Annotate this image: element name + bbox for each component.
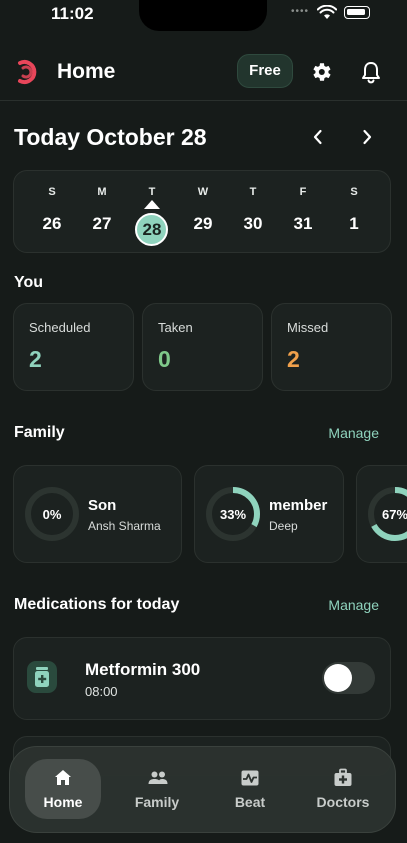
stat-card-scheduled[interactable]: Scheduled 2 bbox=[13, 303, 134, 391]
day-number: 28 bbox=[142, 220, 162, 239]
nav-label: Beat bbox=[234, 794, 266, 810]
page-title: Home bbox=[57, 60, 116, 83]
progress-percent: 0% bbox=[42, 507, 62, 522]
day-letter: M bbox=[97, 186, 107, 198]
day-item[interactable]: M 27 bbox=[82, 171, 122, 254]
pulse-icon bbox=[241, 770, 259, 786]
progress-percent: 33% bbox=[219, 507, 247, 522]
medication-toggle[interactable] bbox=[322, 662, 375, 694]
device-notch bbox=[139, 0, 267, 31]
day-item-selected[interactable]: T 28 bbox=[132, 171, 172, 254]
family-manage-link[interactable]: Manage bbox=[328, 425, 379, 441]
date-title: Today October 28 bbox=[14, 124, 207, 150]
family-member-card[interactable]: 0% Son Ansh Sharma bbox=[13, 465, 182, 563]
member-name: Son bbox=[88, 497, 117, 514]
progress-percent: 67% bbox=[381, 507, 407, 522]
day-number: 30 bbox=[243, 214, 263, 233]
member-subtitle: Ansh Sharma bbox=[88, 519, 161, 533]
chevron-right-icon[interactable] bbox=[357, 127, 377, 147]
status-time: 11:02 bbox=[51, 4, 94, 23]
stat-label: Scheduled bbox=[29, 320, 91, 335]
day-item[interactable]: F 31 bbox=[283, 171, 323, 254]
home-icon bbox=[55, 770, 71, 785]
day-letter: S bbox=[48, 186, 56, 198]
day-number: 26 bbox=[42, 214, 62, 233]
stat-value: 2 bbox=[287, 346, 300, 372]
family-member-card[interactable]: 67% bbox=[356, 465, 407, 563]
battery-icon bbox=[344, 6, 370, 19]
nav-label: Home bbox=[43, 794, 83, 810]
day-item[interactable]: S 26 bbox=[32, 171, 72, 254]
stat-value: 0 bbox=[158, 346, 171, 372]
medication-time: 08:00 bbox=[85, 684, 118, 699]
chevron-left-icon[interactable] bbox=[308, 127, 328, 147]
app-header: Home Free bbox=[0, 44, 407, 101]
day-number: 31 bbox=[293, 214, 313, 233]
stat-label: Taken bbox=[158, 320, 193, 335]
medications-section-title: Medications for today bbox=[14, 596, 180, 613]
week-strip: S 26 M 27 T 28 W 29 T 30 F 31 S 1 bbox=[13, 170, 391, 253]
stat-card-missed[interactable]: Missed 2 bbox=[271, 303, 392, 391]
gear-icon[interactable] bbox=[309, 60, 333, 84]
signal-dots-icon: •••• bbox=[291, 6, 310, 17]
day-letter: W bbox=[197, 186, 209, 198]
day-number: 27 bbox=[92, 214, 112, 233]
nav-label: Family bbox=[134, 794, 180, 810]
stat-card-taken[interactable]: Taken 0 bbox=[142, 303, 263, 391]
nav-item-family[interactable]: Family bbox=[119, 759, 195, 819]
wifi-icon bbox=[317, 5, 337, 19]
day-letter: T bbox=[148, 186, 156, 198]
medication-name: Metformin 300 bbox=[85, 660, 201, 679]
day-letter: S bbox=[350, 186, 358, 198]
toggle-knob bbox=[324, 664, 352, 692]
day-letter: F bbox=[299, 186, 307, 198]
family-member-card[interactable]: 33% member Deep bbox=[194, 465, 344, 563]
home-screen: 11:02 •••• Home Free Today October 28 S … bbox=[0, 0, 407, 843]
day-number: 29 bbox=[193, 214, 213, 233]
stat-label: Missed bbox=[287, 320, 329, 335]
doctor-bag-icon bbox=[334, 768, 352, 786]
day-letter: T bbox=[249, 186, 257, 198]
bell-icon[interactable] bbox=[360, 60, 382, 84]
selected-day-caret-icon bbox=[144, 200, 160, 209]
bottom-nav: Home Family Beat Doctors bbox=[9, 746, 396, 833]
nav-label: Doctors bbox=[316, 794, 370, 810]
day-item[interactable]: S 1 bbox=[334, 171, 374, 254]
member-name: member bbox=[269, 497, 328, 514]
family-section-title: Family bbox=[14, 424, 65, 441]
people-icon bbox=[148, 771, 168, 784]
stat-value: 2 bbox=[29, 346, 42, 372]
status-bar: 11:02 •••• bbox=[0, 0, 407, 31]
free-plan-button[interactable]: Free bbox=[237, 54, 293, 88]
day-item[interactable]: T 30 bbox=[233, 171, 273, 254]
nav-item-beat[interactable]: Beat bbox=[212, 759, 288, 819]
day-number: 1 bbox=[349, 214, 359, 233]
you-section-title: You bbox=[14, 274, 44, 291]
medications-manage-link[interactable]: Manage bbox=[328, 597, 379, 613]
nav-item-doctors[interactable]: Doctors bbox=[305, 759, 381, 819]
nav-item-home[interactable]: Home bbox=[25, 759, 101, 819]
day-item[interactable]: W 29 bbox=[183, 171, 223, 254]
app-logo-icon bbox=[18, 60, 37, 84]
medication-card[interactable]: Metformin 300 08:00 bbox=[13, 637, 391, 720]
member-subtitle: Deep bbox=[269, 519, 298, 533]
pill-bottle-icon bbox=[27, 661, 57, 693]
